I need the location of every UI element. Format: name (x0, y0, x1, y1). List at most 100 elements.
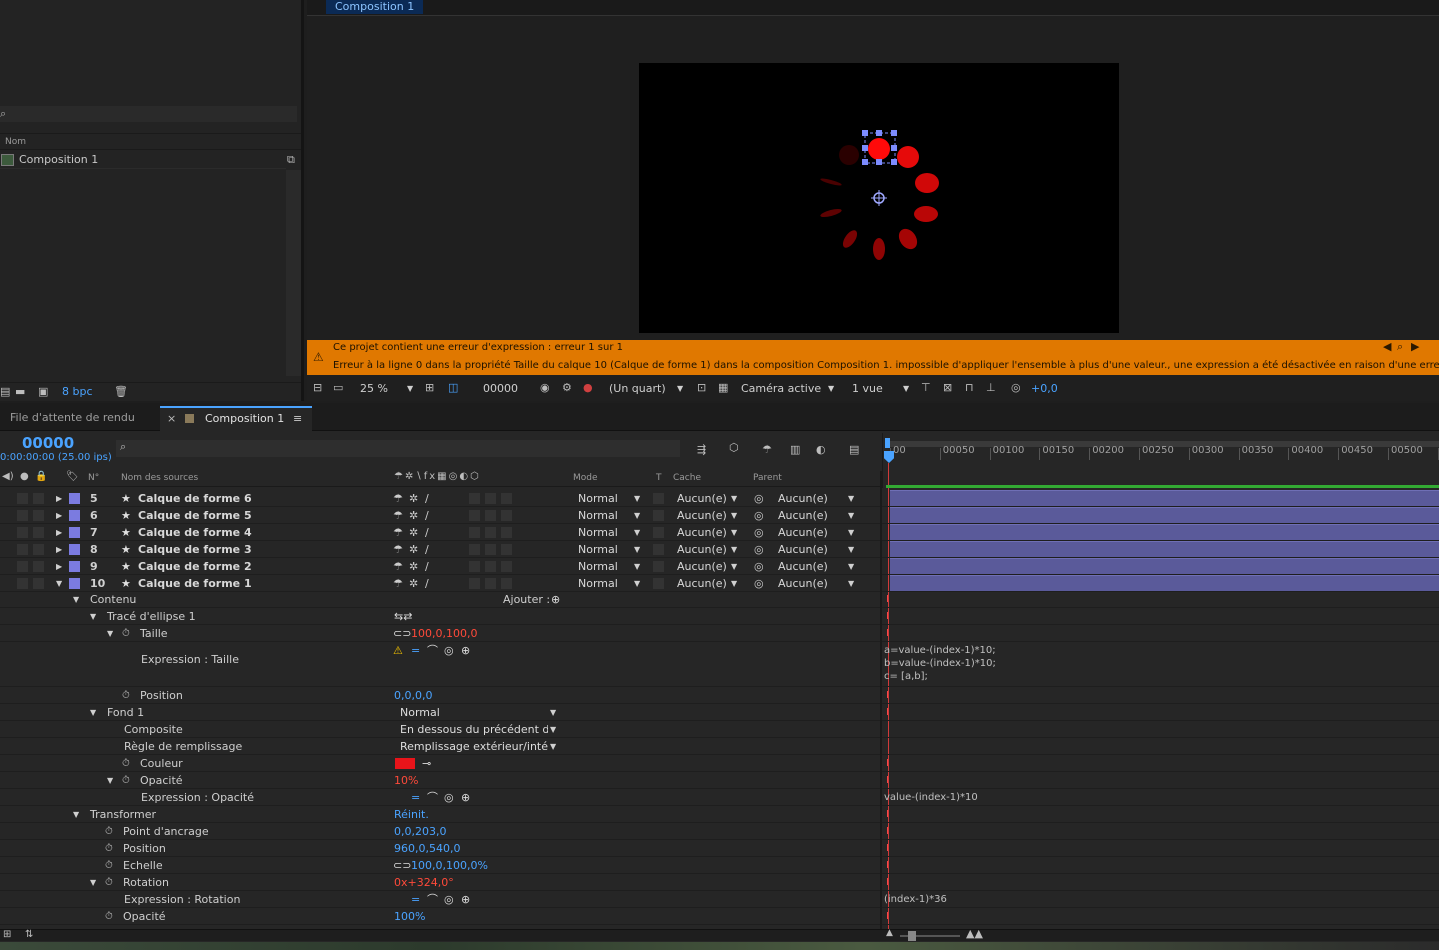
layer-twirl-icon[interactable]: ▼ (56, 575, 62, 592)
expression-warning-icon[interactable]: ⚠ (393, 642, 403, 659)
layer-duration-bar[interactable] (890, 575, 1439, 591)
new-composition-icon[interactable]: ▣ (38, 385, 48, 398)
layer-label-swatch[interactable] (69, 561, 80, 572)
cache-dropdown-icon[interactable]: ▼ (731, 575, 737, 592)
couleur-label[interactable]: Couleur (140, 755, 183, 772)
viewer-comp-tab[interactable]: Composition 1 (326, 0, 424, 14)
stopwatch-icon[interactable]: ⏱ (122, 687, 130, 704)
flowchart-icon[interactable]: ⧉ (287, 153, 295, 167)
zoom-in-icon[interactable]: ▲▲ (966, 927, 983, 940)
channel-icon[interactable]: ● (583, 381, 593, 394)
fond-mode-select[interactable]: Normal (400, 704, 440, 721)
fond-twirl-icon[interactable]: ▼ (90, 704, 96, 721)
zoom-out-icon[interactable]: ▲ (886, 928, 893, 938)
layer-label-swatch[interactable] (69, 544, 80, 555)
switch-box[interactable] (501, 510, 512, 521)
cache-dropdown-icon[interactable]: ▼ (731, 541, 737, 558)
bit-depth-button[interactable]: 8 bpc (62, 385, 93, 398)
layer-duration-bar[interactable] (890, 507, 1439, 523)
fast-previews-icon[interactable]: ⊡ (697, 381, 706, 394)
position-value[interactable]: 0,0,0,0 (394, 687, 432, 704)
parent-pickwhip-icon[interactable]: ◎ (754, 507, 764, 524)
shy-icon[interactable]: ☂ (393, 507, 403, 524)
tab-render-queue[interactable]: File d'attente de rendu (10, 411, 135, 424)
mode-dropdown-icon[interactable]: ▼ (634, 541, 640, 558)
layer-name[interactable]: Calque de forme 3 (138, 541, 252, 558)
ellipse-twirl-icon[interactable]: ▼ (90, 608, 96, 625)
parent-dropdown-icon[interactable]: ▼ (848, 541, 854, 558)
switches-icons[interactable]: ☂✲∖fx▦◎◐⬡ (394, 471, 481, 482)
stopwatch-icon[interactable]: ⏱ (122, 772, 130, 789)
video-toggle[interactable] (17, 527, 28, 538)
layer-name[interactable]: Calque de forme 2 (138, 558, 252, 575)
quality-icon[interactable]: ∕ (425, 558, 429, 575)
expression-error-bar[interactable]: ⚠ Ce projet contient une erreur d'expres… (307, 340, 1439, 375)
frame-blending-icon[interactable]: ▥ (790, 443, 800, 456)
layer-mode-select[interactable]: Normal (578, 558, 618, 575)
layer-duration-bar[interactable] (890, 541, 1439, 557)
mode-dropdown-icon[interactable]: ▼ (634, 558, 640, 575)
layer-cache-select[interactable]: Aucun(e) (677, 558, 727, 575)
collapse-icon[interactable]: ✲ (409, 575, 418, 592)
preserve-transparency-toggle[interactable] (653, 493, 664, 504)
layer-parent-select[interactable]: Aucun(e) (778, 575, 828, 592)
quality-icon[interactable]: ∕ (425, 507, 429, 524)
t-opacite-value[interactable]: 100% (394, 908, 425, 925)
camera-dropdown-icon[interactable]: ▼ (828, 384, 834, 393)
video-toggle[interactable] (17, 544, 28, 555)
switch-box[interactable] (469, 544, 480, 555)
expression-rotation-editor[interactable]: (index-1)*36 (884, 891, 947, 908)
transformer-label[interactable]: Transformer (90, 806, 156, 823)
switch-box[interactable] (485, 527, 496, 538)
solo-toggle[interactable] (33, 578, 44, 589)
shy-icon[interactable]: ☂ (393, 524, 403, 541)
col-parent[interactable]: Parent (753, 473, 782, 483)
stopwatch-icon[interactable]: ⏱ (105, 840, 113, 857)
switch-box[interactable] (485, 510, 496, 521)
prev-error-icon[interactable]: ◀ (1383, 340, 1391, 353)
cache-dropdown-icon[interactable]: ▼ (731, 507, 737, 524)
collapse-icon[interactable]: ✲ (409, 507, 418, 524)
solo-toggle[interactable] (33, 561, 44, 572)
ancrage-label[interactable]: Point d'ancrage (123, 823, 209, 840)
cache-dropdown-icon[interactable]: ▼ (731, 524, 737, 541)
layer-label-swatch[interactable] (69, 527, 80, 538)
layer-cache-select[interactable]: Aucun(e) (677, 575, 727, 592)
layer-name[interactable]: Calque de forme 6 (138, 490, 252, 507)
layer-parent-select[interactable]: Aucun(e) (778, 490, 828, 507)
video-toggle[interactable] (17, 578, 28, 589)
contenu-twirl-icon[interactable]: ▼ (73, 591, 79, 608)
layer-parent-select[interactable]: Aucun(e) (778, 541, 828, 558)
taille-label[interactable]: Taille (140, 625, 168, 642)
viewer-timecode[interactable]: 00000 (483, 382, 518, 395)
preserve-transparency-toggle[interactable] (653, 578, 664, 589)
mode-dropdown-icon[interactable]: ▼ (634, 575, 640, 592)
add-menu-icon[interactable]: ⊕ (551, 591, 560, 608)
switch-box[interactable] (501, 578, 512, 589)
ancrage-value[interactable]: 0,0,203,0 (394, 823, 446, 840)
quality-icon[interactable]: ∕ (425, 541, 429, 558)
composite-select[interactable]: En dessous du précédent da (400, 721, 548, 738)
lock-icon[interactable]: 🔒 (35, 471, 47, 482)
parent-dropdown-icon[interactable]: ▼ (848, 558, 854, 575)
solo-toggle[interactable] (33, 493, 44, 504)
layer-label-swatch[interactable] (69, 493, 80, 504)
col-number[interactable]: N° (88, 473, 99, 483)
eyedropper-icon[interactable]: ⊸ (422, 755, 431, 772)
timeline-divider[interactable] (880, 471, 882, 931)
t-position-value[interactable]: 960,0,540,0 (394, 840, 460, 857)
pickwhip-icon[interactable]: ◎ (444, 789, 454, 806)
project-search-input[interactable]: ⌕ (0, 106, 297, 122)
stopwatch-icon[interactable]: ⏱ (122, 755, 130, 772)
layer-twirl-icon[interactable]: ▶ (56, 507, 62, 524)
switch-box[interactable] (501, 527, 512, 538)
switch-box[interactable] (485, 561, 496, 572)
constrain-proportions-icon[interactable]: ⊂⊃ (393, 625, 411, 642)
switch-box[interactable] (501, 561, 512, 572)
video-toggle[interactable] (17, 510, 28, 521)
stopwatch-icon[interactable]: ⏱ (105, 874, 113, 891)
parent-dropdown-icon[interactable]: ▼ (848, 575, 854, 592)
shy-icon[interactable]: ☂ (393, 558, 403, 575)
switch-box[interactable] (501, 544, 512, 555)
switch-box[interactable] (469, 527, 480, 538)
